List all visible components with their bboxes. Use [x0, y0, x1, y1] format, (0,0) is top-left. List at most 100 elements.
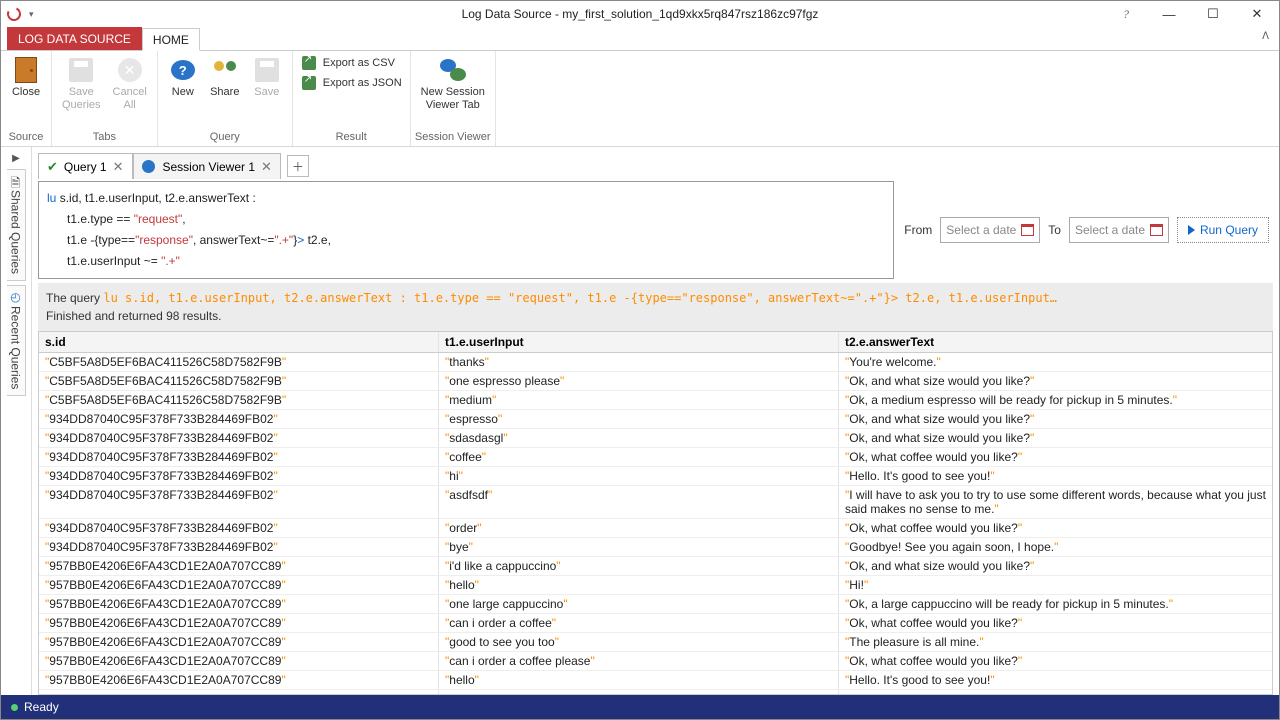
close-tab-icon[interactable]: ✕ — [113, 159, 124, 175]
table-row[interactable]: "934DD87040C95F378F733B284469FB02""bye""… — [39, 538, 1272, 557]
save-queries-label: Save Queries — [62, 86, 101, 112]
export-json-label: Export as JSON — [323, 77, 402, 89]
table-row[interactable]: "934DD87040C95F378F733B284469FB02""coffe… — [39, 448, 1272, 467]
status-query: lu s.id, t1.e.userInput, t2.e.answerText… — [103, 291, 1057, 305]
grid-body[interactable]: "C5BF5A8D5EF6BAC411526C58D7582F9B""thank… — [39, 353, 1272, 694]
table-row[interactable]: "957BB0E4206E6FA43CD1E2A0A707CC89""can i… — [39, 614, 1272, 633]
table-row[interactable]: "957BB0E4206E6FA43CD1E2A0A707CC89""hello… — [39, 576, 1272, 595]
collapse-ribbon-icon[interactable]: ᐱ — [1262, 31, 1269, 42]
table-row[interactable]: "957BB0E4206E6FA43CD1E2A0A707CC89""i'd l… — [39, 557, 1272, 576]
new-session-viewer-button[interactable]: New Session Viewer Tab — [415, 53, 491, 114]
calendar-icon — [1150, 224, 1163, 236]
table-row[interactable]: "957BB0E4206E6FA43CD1E2A0A707CC89""one l… — [39, 595, 1272, 614]
share-query-button[interactable]: Share — [204, 53, 246, 101]
table-row[interactable]: "934DD87040C95F378F733B284469FB02""order… — [39, 519, 1272, 538]
tab-sv1-label: Session Viewer 1 — [163, 160, 256, 174]
table-row[interactable]: "934DD87040C95F378F733B284469FB02""hi""H… — [39, 467, 1272, 486]
floppy-icon — [255, 58, 279, 82]
close-window-button[interactable]: ✕ — [1235, 1, 1279, 27]
tab-session-viewer-1[interactable]: Session Viewer 1 ✕ — [133, 153, 281, 179]
maximize-button[interactable]: ☐ — [1191, 1, 1235, 27]
date-filters: From Select a date To Select a date Run … — [904, 217, 1273, 243]
table-row[interactable]: "C5BF5A8D5EF6BAC411526C58D7582F9B""one e… — [39, 372, 1272, 391]
query-status: The query lu s.id, t1.e.userInput, t2.e.… — [38, 283, 1273, 331]
col-sid[interactable]: s.id — [39, 332, 439, 352]
cancel-icon: ✕ — [118, 58, 142, 82]
close-source-button[interactable]: Close — [5, 53, 47, 101]
calendar-icon — [1021, 224, 1034, 236]
table-row[interactable]: "C5BF5A8D5EF6BAC411526C58D7582F9B""thank… — [39, 353, 1272, 372]
side-rail: ▶ 🗎 Shared Queries ◴ Recent Queries — [1, 147, 32, 695]
results-grid: s.id t1.e.userInput t2.e.answerText "C5B… — [38, 331, 1273, 695]
workspace: ▶ 🗎 Shared Queries ◴ Recent Queries ✔ Qu… — [1, 147, 1279, 695]
query-editor[interactable]: lu s.id, t1.e.userInput, t2.e.answerText… — [38, 181, 894, 279]
shared-queries-panel[interactable]: 🗎 Shared Queries — [7, 169, 26, 281]
bubbles-icon — [440, 59, 466, 81]
group-source: Source — [5, 129, 47, 146]
table-row[interactable]: "C5BF5A8D5EF6BAC411526C58D7582F9B""mediu… — [39, 391, 1272, 410]
clock-icon: ◴ — [10, 290, 20, 304]
share-label: Share — [210, 86, 239, 99]
new-query-button[interactable]: ? New — [162, 53, 204, 101]
table-row[interactable]: "934DD87040C95F378F733B284469FB02""asdfs… — [39, 486, 1272, 519]
export-icon — [302, 76, 316, 90]
table-row[interactable]: "934DD87040C95F378F733B284469FB02""espre… — [39, 410, 1272, 429]
export-csv-label: Export as CSV — [323, 57, 395, 69]
status-summary: Finished and returned 98 results. — [46, 309, 221, 323]
from-date-picker[interactable]: Select a date — [940, 217, 1040, 243]
table-row[interactable]: "957BB0E4206E6FA43CD1E2A0A707CC89""can i… — [39, 652, 1272, 671]
status-text: Ready — [24, 700, 59, 714]
status-prefix: The query — [46, 291, 103, 305]
group-session: Session Viewer — [415, 129, 491, 146]
cancel-all-button[interactable]: ✕ Cancel All — [107, 53, 153, 114]
new-label: New — [172, 86, 194, 99]
run-query-button[interactable]: Run Query — [1177, 217, 1269, 243]
from-label: From — [904, 223, 932, 237]
recent-queries-panel[interactable]: ◴ Recent Queries — [7, 285, 26, 396]
door-icon — [15, 57, 37, 83]
close-label: Close — [12, 86, 40, 99]
tab-query-1[interactable]: ✔ Query 1 ✕ — [38, 153, 133, 179]
export-icon — [302, 56, 316, 70]
floppy-icon — [69, 58, 93, 82]
run-label: Run Query — [1200, 223, 1258, 237]
save-label: Save — [254, 86, 279, 99]
from-placeholder: Select a date — [946, 223, 1016, 237]
table-row[interactable]: "957BB0E4206E6FA43CD1E2A0A707CC89""hello… — [39, 671, 1272, 690]
table-row[interactable]: "957BB0E4206E6FA43CD1E2A0A707CC89""good … — [39, 633, 1272, 652]
status-dot-icon — [11, 704, 18, 711]
to-placeholder: Select a date — [1075, 223, 1145, 237]
col-answertext[interactable]: t2.e.answerText — [839, 332, 1272, 352]
titlebar: ▾ Log Data Source - my_first_solution_1q… — [1, 1, 1279, 27]
session-icon — [142, 160, 155, 173]
ribbon: Close Source Save Queries ✕ Cancel All T… — [1, 51, 1279, 147]
main-area: ✔ Query 1 ✕ Session Viewer 1 ✕ ＋ lu s.id… — [32, 147, 1279, 695]
col-userinput[interactable]: t1.e.userInput — [439, 332, 839, 352]
table-row[interactable]: "934DD87040C95F378F733B284469FB02""sdasd… — [39, 429, 1272, 448]
save-query-button[interactable]: Save — [246, 53, 288, 101]
people-icon — [212, 59, 238, 81]
statusbar: Ready — [1, 695, 1279, 719]
cancel-all-label: Cancel All — [113, 86, 147, 112]
grid-header: s.id t1.e.userInput t2.e.answerText — [39, 332, 1272, 353]
document-tabs: ✔ Query 1 ✕ Session Viewer 1 ✕ ＋ — [38, 151, 1273, 179]
group-tabs: Tabs — [56, 129, 153, 146]
group-query: Query — [162, 129, 288, 146]
save-queries-button[interactable]: Save Queries — [56, 53, 107, 114]
add-tab-button[interactable]: ＋ — [287, 155, 309, 177]
new-session-label: New Session Viewer Tab — [421, 86, 485, 112]
tab-query-1-label: Query 1 — [64, 160, 107, 174]
group-result: Result — [297, 129, 406, 146]
close-tab-icon[interactable]: ✕ — [261, 159, 272, 175]
to-label: To — [1048, 223, 1061, 237]
to-date-picker[interactable]: Select a date — [1069, 217, 1169, 243]
ribbon-tabstrip: LOG DATA SOURCE HOME ᐱ — [1, 27, 1279, 51]
minimize-button[interactable]: — — [1147, 1, 1191, 27]
table-row[interactable]: "957BB0E4206E6FA43CD1E2A0A707CC89""thank… — [39, 690, 1272, 694]
tab-home[interactable]: HOME — [142, 28, 200, 51]
export-csv-button[interactable]: Export as CSV — [301, 55, 402, 71]
context-tab[interactable]: LOG DATA SOURCE — [7, 27, 142, 50]
expand-rail-icon[interactable]: ▶ — [6, 151, 26, 165]
export-json-button[interactable]: Export as JSON — [301, 75, 402, 91]
help-button[interactable]: ? — [1111, 1, 1141, 27]
